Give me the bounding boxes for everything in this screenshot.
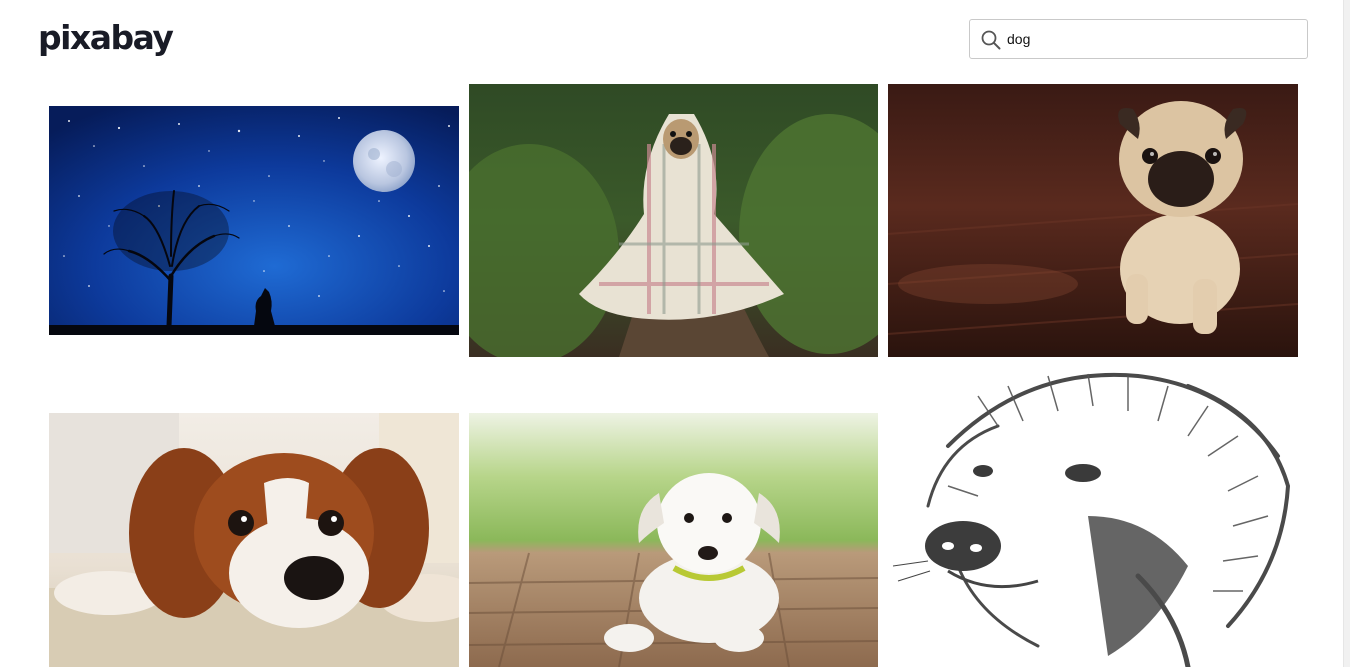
image-result-night-sky[interactable] xyxy=(49,106,459,335)
search-icon[interactable] xyxy=(980,29,1002,51)
night-sky-image xyxy=(49,106,459,335)
spaniel-image xyxy=(49,413,459,667)
image-result-dog-drawing[interactable] xyxy=(888,366,1298,667)
image-result-pug-puppy[interactable] xyxy=(888,84,1298,357)
search-input[interactable] xyxy=(1007,28,1297,50)
pixabay-logo[interactable]: pixabay xyxy=(38,21,174,54)
pug-blanket-image xyxy=(469,84,878,357)
pixabay-search-page: pixabay xyxy=(0,0,1350,667)
search-box[interactable] xyxy=(969,19,1308,59)
image-result-pug-blanket[interactable] xyxy=(469,84,878,357)
image-result-white-puppy[interactable] xyxy=(469,413,878,667)
white-puppy-image xyxy=(469,413,878,667)
dog-drawing-image xyxy=(888,366,1298,667)
image-result-spaniel[interactable] xyxy=(49,413,459,667)
pug-puppy-image xyxy=(888,84,1298,357)
page-scrollbar[interactable] xyxy=(1343,0,1350,667)
